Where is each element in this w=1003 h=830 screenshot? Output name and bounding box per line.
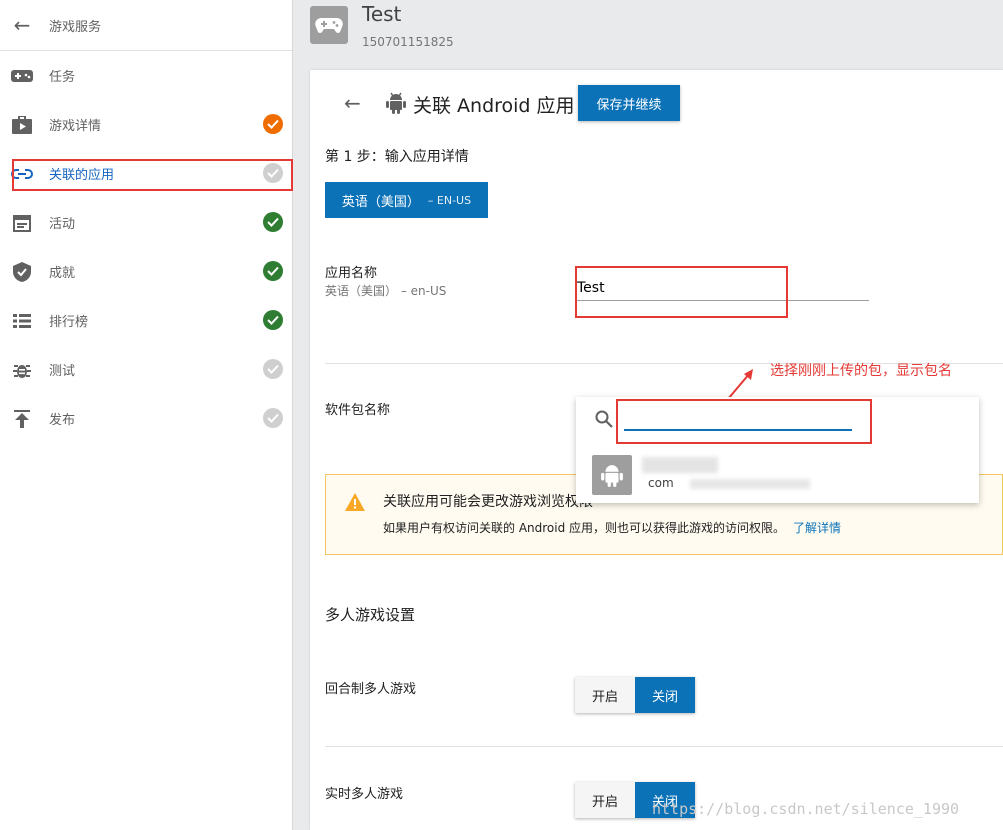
step-heading: 第 1 步：输入应用详情	[325, 149, 469, 165]
pending-status-icon	[263, 163, 283, 183]
realtime-label: 实时多人游戏	[325, 787, 404, 802]
calendar-icon	[0, 214, 44, 232]
language-code: – EN-US	[427, 193, 472, 207]
game-header: Test 150701151825	[294, 0, 1003, 60]
sidebar-item-achievements[interactable]: 成就	[0, 247, 293, 296]
language-button[interactable]: 英语（美国） – EN-US	[325, 182, 488, 218]
warning-icon	[344, 492, 366, 516]
sidebar-item-label: 成就	[49, 266, 76, 281]
turn-based-off-option[interactable]: 关闭	[635, 677, 695, 713]
turn-based-toggle: 开启 关闭	[575, 677, 695, 713]
package-name-text: com	[648, 476, 674, 490]
multiplayer-section-title: 多人游戏设置	[325, 606, 416, 624]
sidebar-item-label: 游戏详情	[49, 119, 102, 134]
game-title: Test	[362, 2, 402, 26]
annotation-highlight-box	[575, 266, 788, 318]
publish-icon	[0, 409, 44, 428]
back-arrow-icon[interactable]: ←	[344, 91, 361, 115]
pending-status-icon	[263, 408, 283, 428]
realtime-on-option[interactable]: 开启	[575, 782, 635, 818]
sidebar-item-quests[interactable]: 任务	[0, 51, 293, 100]
sidebar-item-leaderboards[interactable]: 排行榜	[0, 296, 293, 345]
language-label: 英语（美国）	[341, 194, 420, 210]
package-suggestion-item[interactable]: com	[592, 455, 810, 495]
blurred-package-name	[690, 479, 810, 489]
sidebar-item-label: 关联的应用	[49, 168, 115, 183]
app-name-label: 应用名称	[325, 266, 378, 281]
shield-check-icon	[0, 261, 44, 282]
game-controller-icon	[310, 6, 348, 44]
sidebar-title: 游戏服务	[49, 19, 102, 35]
annotation-text: 选择刚刚上传的包，显示包名	[770, 363, 952, 379]
app-name-sublabel: 英语（美国） – en-US	[325, 284, 447, 298]
android-icon	[386, 92, 406, 118]
briefcase-play-icon	[0, 115, 44, 134]
done-status-icon	[263, 212, 283, 232]
turn-based-on-option[interactable]: 开启	[575, 677, 635, 713]
search-icon	[594, 409, 614, 433]
sidebar-item-label: 任务	[49, 70, 76, 85]
sidebar-header: ← 游戏服务	[0, 0, 292, 51]
sidebar-item-game-details[interactable]: 游戏详情	[0, 100, 293, 149]
android-icon	[592, 455, 632, 495]
done-status-icon	[263, 261, 283, 281]
gamepad-icon	[0, 69, 44, 83]
turn-based-label: 回合制多人游戏	[325, 682, 417, 697]
sidebar-item-label: 发布	[49, 413, 76, 428]
pending-status-icon	[263, 359, 283, 379]
package-name-label: 软件包名称	[325, 403, 391, 418]
warning-title: 关联应用可能会更改游戏浏览权限	[383, 494, 593, 510]
sidebar-item-linked-apps[interactable]: 关联的应用	[0, 149, 293, 198]
done-status-icon	[263, 310, 283, 330]
save-continue-button[interactable]: 保存并继续	[578, 85, 680, 121]
warning-status-icon	[263, 114, 283, 134]
linked-app-card: ← 关联 Android 应用 保存并继续 第 1 步：输入应用详情 英语（美国…	[310, 70, 1003, 830]
sidebar-item-events[interactable]: 活动	[0, 198, 293, 247]
game-id: 150701151825	[362, 35, 454, 49]
watermark: https://blog.csdn.net/silence_1990	[652, 800, 960, 818]
learn-more-link[interactable]: 了解详情	[793, 521, 841, 535]
link-icon	[0, 168, 44, 180]
annotation-highlight-box	[616, 399, 872, 444]
warning-text: 如果用户有权访问关联的 Android 应用，则也可以获得此游戏的访问权限。	[383, 521, 786, 535]
page-title: 关联 Android 应用	[413, 95, 575, 117]
list-icon	[0, 313, 44, 329]
blurred-app-name	[642, 457, 718, 473]
sidebar-item-publishing[interactable]: 发布	[0, 394, 293, 443]
sidebar: ← 游戏服务 任务 游戏详情 关联的应用 活动 成就 排行榜 测试 发布	[0, 0, 293, 830]
sidebar-item-testing[interactable]: 测试	[0, 345, 293, 394]
back-arrow-icon[interactable]: ←	[0, 13, 44, 37]
sidebar-item-label: 排行榜	[49, 315, 89, 330]
divider	[325, 746, 1003, 747]
bug-icon	[0, 361, 44, 379]
warning-body: 如果用户有权访问关联的 Android 应用，则也可以获得此游戏的访问权限。 了解…	[383, 519, 841, 536]
sidebar-item-label: 测试	[49, 364, 76, 379]
sidebar-item-label: 活动	[49, 217, 76, 232]
